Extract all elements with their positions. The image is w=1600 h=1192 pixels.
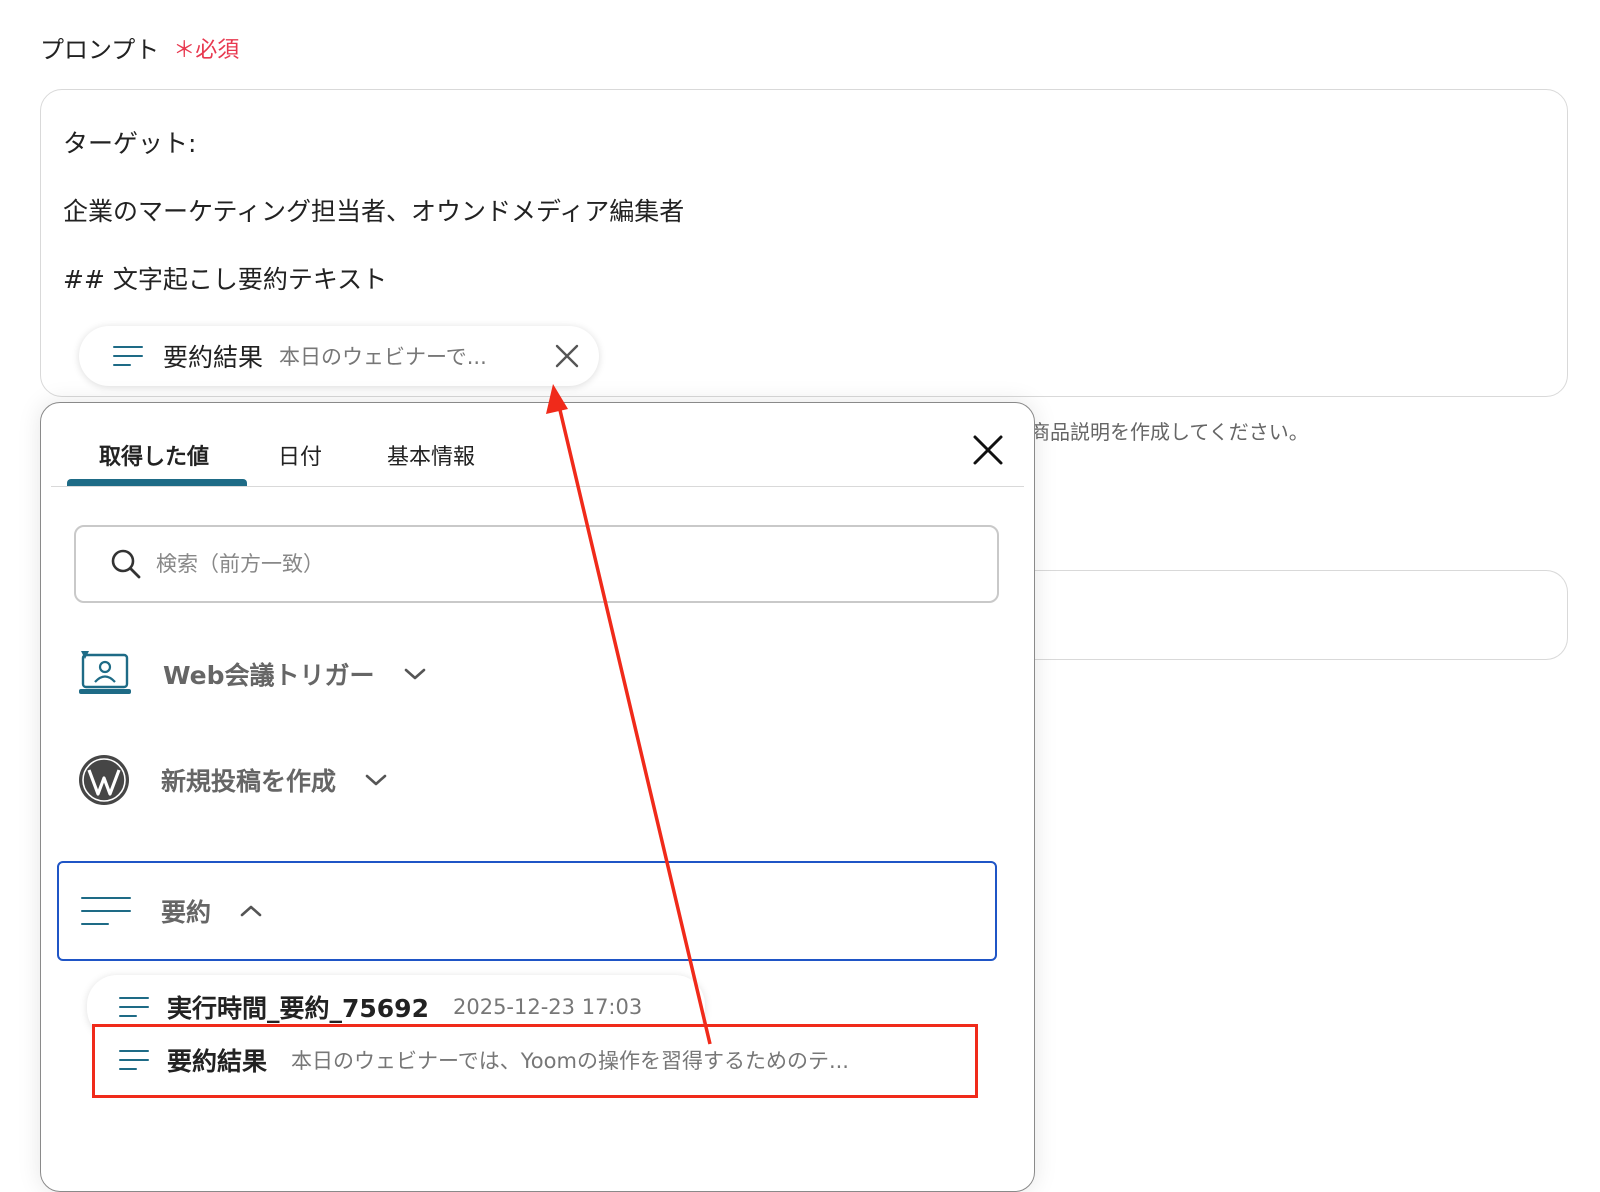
group-label: Web会議トリガー	[163, 661, 375, 690]
tab-date[interactable]: 日付	[278, 439, 322, 471]
chip-remove-icon[interactable]	[553, 342, 581, 370]
group-summary[interactable]: 要約	[57, 861, 997, 961]
chevron-up-icon	[240, 905, 262, 917]
field-hint: 商品説明を作成してください。	[1030, 420, 1309, 444]
chevron-down-icon	[365, 774, 387, 786]
search-icon	[111, 549, 141, 579]
chevron-down-icon	[404, 668, 425, 680]
required-badge: ＊必須	[173, 37, 240, 63]
group-web-meeting-trigger[interactable]: Web会議トリガー	[77, 649, 427, 699]
chip-preview: 本日のウェビナーで...	[279, 345, 487, 369]
active-tab-indicator	[67, 479, 247, 486]
prompt-line-1: ターゲット:	[63, 129, 197, 158]
group-label: 要約	[161, 898, 212, 927]
field-label-text: プロンプト	[40, 36, 160, 64]
wordpress-icon	[79, 755, 129, 805]
search-input[interactable]	[154, 551, 918, 577]
group-label: 新規投稿を作成	[161, 767, 337, 796]
prompt-field-label: プロンプト ＊必須	[40, 30, 239, 65]
item-value: 2025-12-23 17:03	[452, 995, 643, 1019]
text-lines-icon	[81, 897, 131, 925]
highlight-box	[92, 1024, 978, 1098]
text-lines-icon	[113, 346, 143, 366]
tab-acquired-values[interactable]: 取得した値	[99, 439, 209, 471]
inserted-variable-chip[interactable]: 要約結果 本日のウェビナーで...	[79, 326, 599, 386]
close-icon[interactable]	[971, 433, 1005, 467]
text-lines-icon	[119, 997, 149, 1017]
tab-basic-info[interactable]: 基本情報	[387, 439, 475, 471]
tab-divider	[51, 486, 1024, 487]
prompt-textarea[interactable]: ターゲット: 企業のマーケティング担当者、オウンドメディア編集者 ## 文字起こ…	[40, 89, 1568, 397]
search-field[interactable]	[74, 525, 999, 603]
item-title: 実行時間_要約_75692	[167, 994, 429, 1023]
group-create-new-post[interactable]: 新規投稿を作成	[77, 753, 388, 807]
web-meeting-icon	[79, 651, 131, 694]
prompt-line-3: ## 文字起こし要約テキスト	[63, 265, 388, 294]
chip-title: 要約結果	[163, 343, 264, 372]
prompt-line-2: 企業のマーケティング担当者、オウンドメディア編集者	[63, 197, 685, 226]
next-field-box[interactable]	[1000, 570, 1568, 660]
